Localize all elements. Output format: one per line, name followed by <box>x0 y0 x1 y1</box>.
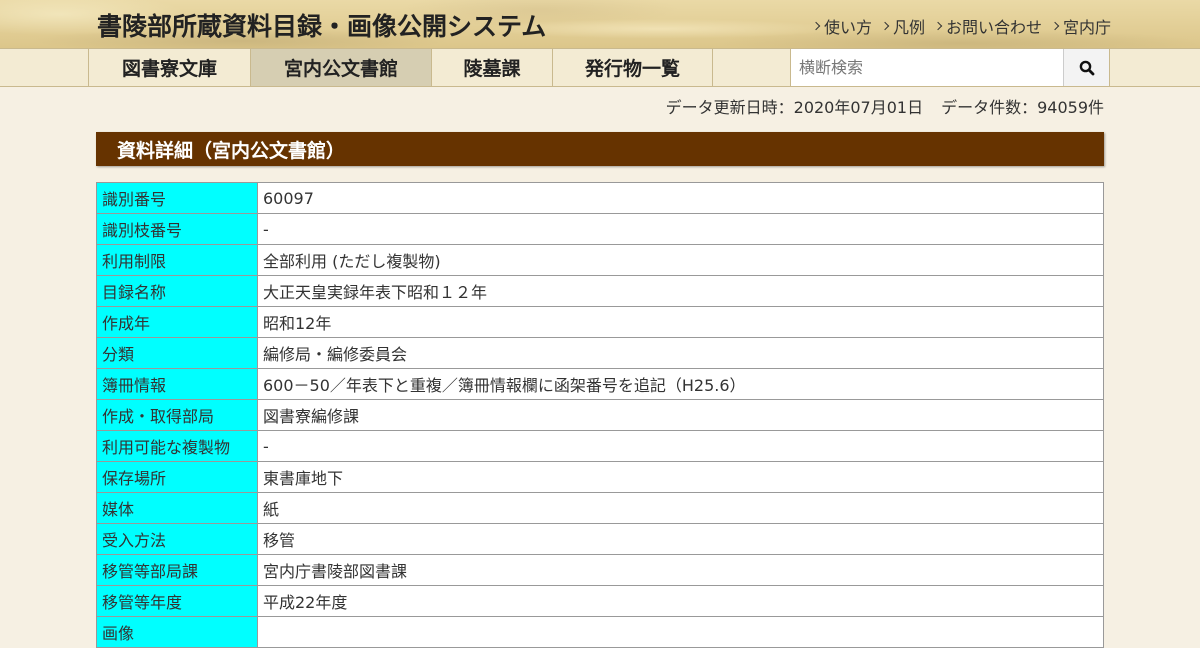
detail-table: 識別番号 60097 識別枝番号 - 利用制限 全部利用 (ただし複製物) 目録名称大… <box>96 182 1104 648</box>
row-label: 受入方法 <box>96 523 258 555</box>
row-label: 移管等部局課 <box>96 554 258 586</box>
site-title[interactable]: 書陵部所蔵資料目録・画像公開システム <box>97 7 546 43</box>
tab-library[interactable]: 図書寮文庫 <box>88 49 250 86</box>
row-label: 識別番号 <box>96 182 258 214</box>
row-value: 宮内庁書陵部図書課 <box>257 554 1104 586</box>
table-row: 識別番号 60097 <box>96 182 1104 214</box>
table-row: 簿冊情報 600－50／年表下と重複／簿冊情報欄に函架番号を追記（H25.6） <box>96 368 1104 400</box>
table-row: 媒体紙 <box>96 492 1104 524</box>
section-title: 資料詳細（宮内公文書館） <box>117 139 346 162</box>
table-row: 目録名称 大正天皇実録年表下昭和１２年 <box>96 275 1104 307</box>
row-value: - <box>257 213 1104 245</box>
update-info: データ更新日時：2020年07月01日 データ件数：94059件 <box>666 94 1104 118</box>
tab-archives[interactable]: 宮内公文書館 <box>250 49 431 86</box>
row-label: 保存場所 <box>96 461 258 493</box>
row-label: 識別枝番号 <box>96 213 258 245</box>
row-label: 画像 <box>96 616 258 648</box>
top-link-legend[interactable]: 凡例 <box>880 14 925 38</box>
site-header: 書陵部所蔵資料目録・画像公開システム 使い方 凡例 お問い合わせ 宮内庁 <box>0 0 1200 48</box>
table-row: 受入方法 移管 <box>96 523 1104 555</box>
chevron-right-icon <box>880 21 890 31</box>
table-row: 画像 <box>96 616 1104 648</box>
top-link-label: 宮内庁 <box>1062 18 1111 37</box>
top-link-agency[interactable]: 宮内庁 <box>1050 14 1111 38</box>
top-link-label: お問い合わせ <box>945 18 1042 37</box>
row-value <box>257 616 1104 648</box>
main-navigation: 図書寮文庫 宮内公文書館 陵墓課 発行物一覧 <box>0 48 1200 87</box>
row-label: 目録名称 <box>96 275 258 307</box>
table-row: 利用制限 全部利用 (ただし複製物) <box>96 244 1104 276</box>
table-row: 作成・取得部局 図書寮編修課 <box>96 399 1104 431</box>
table-row: 保存場所 東書庫地下 <box>96 461 1104 493</box>
table-row: 移管等部局課 宮内庁書陵部図書課 <box>96 554 1104 586</box>
row-label: 作成年 <box>96 306 258 338</box>
row-value: - <box>257 430 1104 462</box>
row-value: 移管 <box>257 523 1104 555</box>
table-row: 利用可能な複製物 - <box>96 430 1104 462</box>
tab-publications[interactable]: 発行物一覧 <box>552 49 713 86</box>
table-row: 移管等年度 平成22年度 <box>96 585 1104 617</box>
row-label: 簿冊情報 <box>96 368 258 400</box>
search-icon <box>1079 60 1094 75</box>
table-row: 識別枝番号 - <box>96 213 1104 245</box>
row-value: 全部利用 (ただし複製物) <box>257 244 1104 276</box>
top-link-contact[interactable]: お問い合わせ <box>933 14 1042 38</box>
nav-tabs: 図書寮文庫 宮内公文書館 陵墓課 発行物一覧 <box>88 49 713 86</box>
row-value: 大正天皇実録年表下昭和１２年 <box>257 275 1104 307</box>
table-row: 分類 編修局・編修委員会 <box>96 337 1104 369</box>
search-input[interactable] <box>791 49 1063 86</box>
top-link-label: 使い方 <box>823 18 872 37</box>
row-value: 図書寮編修課 <box>257 399 1104 431</box>
row-value: 600－50／年表下と重複／簿冊情報欄に函架番号を追記（H25.6） <box>257 368 1104 400</box>
search-button[interactable] <box>1063 49 1109 86</box>
row-label: 媒体 <box>96 492 258 524</box>
row-label: 作成・取得部局 <box>96 399 258 431</box>
row-label: 移管等年度 <box>96 585 258 617</box>
tab-mausoleum[interactable]: 陵墓課 <box>431 49 552 86</box>
row-value: 60097 <box>257 182 1104 214</box>
chevron-right-icon <box>811 21 821 31</box>
search-box <box>790 49 1110 86</box>
chevron-right-icon <box>933 21 943 31</box>
table-row: 作成年 昭和12年 <box>96 306 1104 338</box>
top-link-usage[interactable]: 使い方 <box>811 14 872 38</box>
row-value: 平成22年度 <box>257 585 1104 617</box>
row-value: 編修局・編修委員会 <box>257 337 1104 369</box>
row-value: 東書庫地下 <box>257 461 1104 493</box>
chevron-right-icon <box>1050 21 1060 31</box>
top-links: 使い方 凡例 お問い合わせ 宮内庁 <box>811 14 1111 38</box>
row-value: 昭和12年 <box>257 306 1104 338</box>
top-link-label: 凡例 <box>892 18 925 37</box>
update-date: データ更新日時：2020年07月01日 <box>665 98 924 117</box>
row-label: 分類 <box>96 337 258 369</box>
row-value: 紙 <box>257 492 1104 524</box>
record-count: データ件数：94059件 <box>941 98 1104 117</box>
row-label: 利用可能な複製物 <box>96 430 258 462</box>
row-label: 利用制限 <box>96 244 258 276</box>
section-heading: 資料詳細（宮内公文書館） <box>96 132 1104 166</box>
